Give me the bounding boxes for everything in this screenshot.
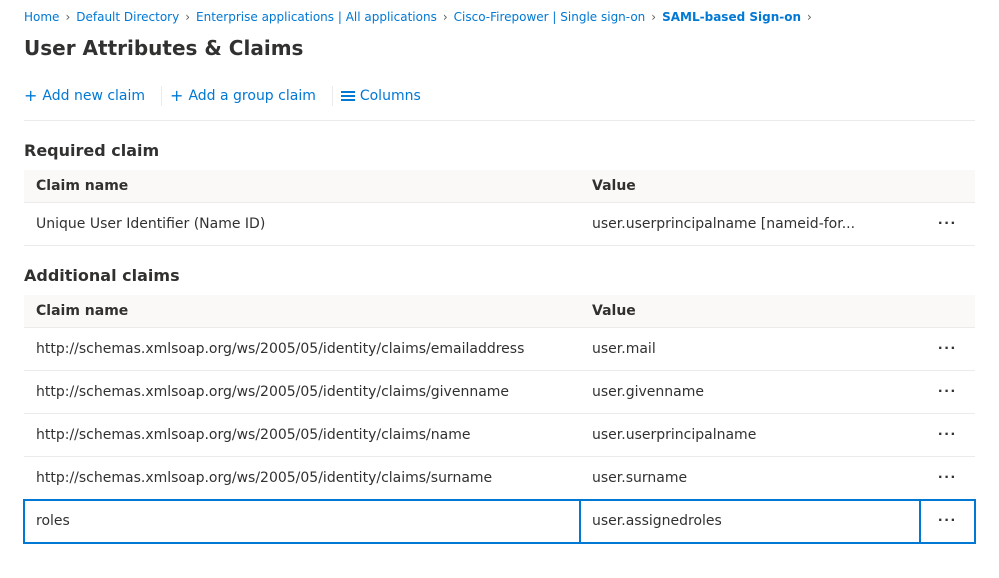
ellipsis-menu-button[interactable]: ··· bbox=[932, 424, 963, 446]
required-claim-section: Required claim Claim name Value Unique U… bbox=[24, 141, 975, 246]
claim-value-cell: user.surname bbox=[580, 457, 920, 500]
columns-label: Columns bbox=[360, 88, 421, 104]
page-title: User Attributes & Claims bbox=[24, 36, 975, 60]
claim-value-cell: user.assignedroles bbox=[580, 500, 920, 543]
table-row[interactable]: Unique User Identifier (Name ID) user.us… bbox=[24, 203, 975, 246]
claim-actions-cell[interactable]: ··· bbox=[920, 203, 975, 246]
claim-actions-cell[interactable]: ··· bbox=[920, 328, 975, 371]
claim-actions-cell[interactable]: ··· bbox=[920, 500, 975, 543]
additional-col-claim-name: Claim name bbox=[24, 295, 580, 328]
ellipsis-menu-button[interactable]: ··· bbox=[932, 338, 963, 360]
required-col-claim-name: Claim name bbox=[24, 170, 580, 203]
additional-col-value: Value bbox=[580, 295, 920, 328]
additional-claims-section: Additional claims Claim name Value http:… bbox=[24, 266, 975, 543]
breadcrumb-sep-5: › bbox=[807, 10, 812, 24]
ellipsis-menu-button[interactable]: ··· bbox=[932, 381, 963, 403]
claim-name-cell: Unique User Identifier (Name ID) bbox=[24, 203, 580, 246]
required-col-value: Value bbox=[580, 170, 920, 203]
add-group-label: Add a group claim bbox=[188, 88, 315, 104]
breadcrumb-saml[interactable]: SAML-based Sign-on bbox=[662, 10, 801, 24]
add-new-claim-button[interactable]: + Add new claim bbox=[24, 84, 157, 108]
ellipsis-menu-button[interactable]: ··· bbox=[932, 467, 963, 489]
table-row[interactable]: http://schemas.xmlsoap.org/ws/2005/05/id… bbox=[24, 457, 975, 500]
claim-value-cell: user.givenname bbox=[580, 371, 920, 414]
breadcrumb: Home › Default Directory › Enterprise ap… bbox=[24, 0, 975, 32]
table-row[interactable]: http://schemas.xmlsoap.org/ws/2005/05/id… bbox=[24, 414, 975, 457]
breadcrumb-sep-4: › bbox=[651, 10, 656, 24]
toolbar-divider-1 bbox=[161, 86, 162, 106]
breadcrumb-enterprise-apps[interactable]: Enterprise applications | All applicatio… bbox=[196, 10, 437, 24]
breadcrumb-directory[interactable]: Default Directory bbox=[76, 10, 179, 24]
claim-actions-cell[interactable]: ··· bbox=[920, 457, 975, 500]
ellipsis-menu-button[interactable]: ··· bbox=[932, 510, 963, 532]
claim-name-cell: roles bbox=[24, 500, 580, 543]
required-claim-title: Required claim bbox=[24, 141, 975, 160]
table-row[interactable]: roles user.assignedroles ··· bbox=[24, 500, 975, 543]
claim-actions-cell[interactable]: ··· bbox=[920, 414, 975, 457]
columns-button[interactable]: Columns bbox=[341, 84, 421, 108]
plus-icon-claim: + bbox=[24, 88, 37, 104]
breadcrumb-sep-2: › bbox=[185, 10, 190, 24]
claim-value-cell: user.userprincipalname bbox=[580, 414, 920, 457]
required-col-actions bbox=[920, 170, 975, 203]
plus-icon-group: + bbox=[170, 88, 183, 104]
additional-col-actions bbox=[920, 295, 975, 328]
toolbar-divider-2 bbox=[332, 86, 333, 106]
add-claim-label: Add new claim bbox=[42, 88, 145, 104]
claim-name-cell: http://schemas.xmlsoap.org/ws/2005/05/id… bbox=[24, 457, 580, 500]
breadcrumb-cisco[interactable]: Cisco-Firepower | Single sign-on bbox=[454, 10, 646, 24]
table-row[interactable]: http://schemas.xmlsoap.org/ws/2005/05/id… bbox=[24, 371, 975, 414]
table-row[interactable]: http://schemas.xmlsoap.org/ws/2005/05/id… bbox=[24, 328, 975, 371]
columns-icon bbox=[341, 91, 355, 101]
ellipsis-menu-button[interactable]: ··· bbox=[932, 213, 963, 235]
claim-value-cell: user.userprincipalname [nameid-for... bbox=[580, 203, 920, 246]
toolbar: + Add new claim + Add a group claim Colu… bbox=[24, 76, 975, 121]
breadcrumb-sep-3: › bbox=[443, 10, 448, 24]
breadcrumb-sep-1: › bbox=[65, 10, 70, 24]
additional-claims-table: Claim name Value http://schemas.xmlsoap.… bbox=[24, 295, 975, 543]
breadcrumb-home[interactable]: Home bbox=[24, 10, 59, 24]
claim-name-cell: http://schemas.xmlsoap.org/ws/2005/05/id… bbox=[24, 414, 580, 457]
claim-name-cell: http://schemas.xmlsoap.org/ws/2005/05/id… bbox=[24, 371, 580, 414]
required-claim-table: Claim name Value Unique User Identifier … bbox=[24, 170, 975, 246]
add-group-claim-button[interactable]: + Add a group claim bbox=[170, 84, 328, 108]
claim-value-cell: user.mail bbox=[580, 328, 920, 371]
claim-actions-cell[interactable]: ··· bbox=[920, 371, 975, 414]
claim-name-cell: http://schemas.xmlsoap.org/ws/2005/05/id… bbox=[24, 328, 580, 371]
additional-claims-title: Additional claims bbox=[24, 266, 975, 285]
